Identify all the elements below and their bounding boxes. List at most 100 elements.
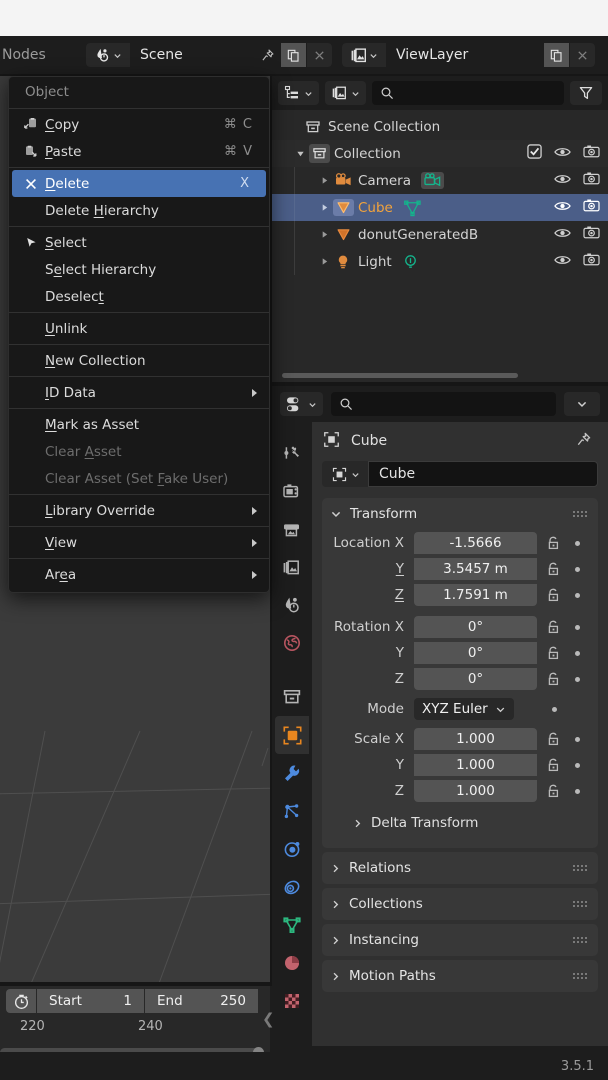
rotation-x-field[interactable]: 0° xyxy=(414,616,537,638)
location-z-field[interactable]: 1.7591 m xyxy=(414,584,537,606)
outliner-horizontal-scrollbar[interactable] xyxy=(282,373,518,378)
region-divider-timeline[interactable] xyxy=(0,982,270,986)
expander-right-icon[interactable] xyxy=(316,176,332,185)
animate-scale-z-icon[interactable] xyxy=(569,789,585,794)
funnel-icon[interactable] xyxy=(570,81,602,105)
tab-view-layer[interactable] xyxy=(275,548,309,586)
disable-in-renders-icon[interactable] xyxy=(583,144,600,163)
lock-rotation-z-icon[interactable] xyxy=(543,671,563,687)
menu-item-select[interactable]: Select xyxy=(9,229,269,256)
lock-scale-y-icon[interactable] xyxy=(543,757,563,773)
object-browse-dropdown[interactable] xyxy=(322,461,368,487)
new-viewlayer-button[interactable] xyxy=(543,43,569,67)
pin-icon[interactable] xyxy=(254,43,280,67)
disable-in-renders-icon[interactable] xyxy=(583,171,600,190)
mesh-data-icon[interactable] xyxy=(403,199,422,217)
menu-item-copy[interactable]: Copy ⌘ C xyxy=(9,111,269,138)
location-x-field[interactable]: -1.5666 xyxy=(414,532,537,554)
region-expand-chevron-icon[interactable]: ❮ xyxy=(262,1010,275,1028)
region-divider-vertical[interactable] xyxy=(270,76,272,986)
outliner-row-light[interactable]: Light xyxy=(272,248,608,275)
animate-location-x-icon[interactable] xyxy=(569,541,585,546)
outliner-row-collection[interactable]: Collection xyxy=(272,140,608,167)
tab-object[interactable] xyxy=(275,716,309,754)
chevron-down-icon[interactable] xyxy=(564,392,600,416)
lock-rotation-y-icon[interactable] xyxy=(543,645,563,661)
animate-location-z-icon[interactable] xyxy=(569,593,585,598)
hide-in-viewport-icon[interactable] xyxy=(554,226,571,244)
timeline-ruler[interactable]: 220 240 xyxy=(0,1016,270,1042)
scale-y-field[interactable]: 1.000 xyxy=(414,754,537,776)
location-y-field[interactable]: 3.5457 m xyxy=(414,558,537,580)
collections-panel-header[interactable]: Collections xyxy=(322,888,598,920)
outliner-search-input[interactable] xyxy=(372,81,564,105)
workspace-tab-nodes[interactable]: Nodes xyxy=(0,47,82,63)
menu-item-delete[interactable]: Delete X xyxy=(12,170,266,197)
animate-rotation-y-icon[interactable] xyxy=(569,651,585,656)
hide-in-viewport-icon[interactable] xyxy=(554,199,571,217)
animate-rotation-z-icon[interactable] xyxy=(569,677,585,682)
menu-item-view[interactable]: View xyxy=(9,529,269,556)
properties-editor-type-dropdown[interactable] xyxy=(280,392,323,416)
disable-in-renders-icon[interactable] xyxy=(583,198,600,217)
lock-location-y-icon[interactable] xyxy=(543,561,563,577)
lock-scale-x-icon[interactable] xyxy=(543,731,563,747)
menu-item-id-data[interactable]: ID Data xyxy=(9,379,269,406)
menu-item-new-collection[interactable]: New Collection xyxy=(9,347,269,374)
expander-right-icon[interactable] xyxy=(316,230,332,239)
panel-grip[interactable] xyxy=(572,510,598,518)
panel-grip[interactable] xyxy=(572,972,598,980)
viewlayer-name-field[interactable]: ViewLayer xyxy=(386,43,543,67)
hide-in-viewport-icon[interactable] xyxy=(554,172,571,190)
tab-physics[interactable] xyxy=(275,830,309,868)
exclude-checkbox[interactable] xyxy=(527,144,542,163)
new-scene-button[interactable] xyxy=(280,43,306,67)
clock-icon[interactable] xyxy=(6,989,36,1013)
frame-start-field[interactable]: Start 1 xyxy=(36,989,144,1013)
camera-data-icon[interactable] xyxy=(421,172,444,189)
properties-search-input[interactable] xyxy=(331,392,556,416)
outliner-filter-id-dropdown[interactable] xyxy=(325,81,366,105)
tab-collection[interactable] xyxy=(275,678,309,716)
outliner-row-scene-collection[interactable]: Scene Collection xyxy=(272,113,608,140)
remove-viewlayer-button[interactable] xyxy=(569,43,595,67)
tab-object-data[interactable] xyxy=(275,906,309,944)
tab-scene[interactable] xyxy=(275,586,309,624)
panel-grip[interactable] xyxy=(572,864,598,872)
rotation-y-field[interactable]: 0° xyxy=(414,642,537,664)
menu-item-area[interactable]: Area xyxy=(9,561,269,588)
animate-scale-y-icon[interactable] xyxy=(569,763,585,768)
disable-in-renders-icon[interactable] xyxy=(583,252,600,271)
pin-icon[interactable] xyxy=(575,431,598,452)
tab-world[interactable] xyxy=(275,624,309,662)
tab-constraints[interactable] xyxy=(275,868,309,906)
object-name-field[interactable]: Cube xyxy=(368,461,598,487)
frame-end-field[interactable]: End 250 xyxy=(144,989,258,1013)
tab-output[interactable] xyxy=(275,510,309,548)
outliner-row-cube[interactable]: Cube xyxy=(272,194,608,221)
outliner-row-donutgeneratedb[interactable]: donutGeneratedB xyxy=(272,221,608,248)
tab-texture[interactable] xyxy=(275,982,309,1020)
menu-item-select-hierarchy[interactable]: Select Hierarchy xyxy=(9,256,269,283)
rotation-mode-dropdown[interactable]: XYZ Euler xyxy=(414,698,514,720)
animate-rotation-x-icon[interactable] xyxy=(569,625,585,630)
region-divider-horizontal[interactable] xyxy=(272,382,608,386)
tab-render[interactable] xyxy=(275,472,309,510)
disable-in-renders-icon[interactable] xyxy=(583,225,600,244)
tab-modifiers[interactable] xyxy=(275,754,309,792)
menu-item-delete-hierarchy[interactable]: Delete Hierarchy xyxy=(9,197,269,224)
expander-right-icon[interactable] xyxy=(316,203,332,212)
instancing-panel-header[interactable]: Instancing xyxy=(322,924,598,956)
rotation-z-field[interactable]: 0° xyxy=(414,668,537,690)
lock-location-x-icon[interactable] xyxy=(543,535,563,551)
light-data-icon[interactable] xyxy=(402,253,419,270)
hide-in-viewport-icon[interactable] xyxy=(554,145,571,163)
hide-in-viewport-icon[interactable] xyxy=(554,253,571,271)
tab-tool[interactable] xyxy=(275,434,309,472)
menu-item-paste[interactable]: Paste ⌘ V xyxy=(9,138,269,165)
lock-rotation-x-icon[interactable] xyxy=(543,619,563,635)
animate-rotation-mode-icon[interactable] xyxy=(546,707,562,712)
motion-paths-panel-header[interactable]: Motion Paths xyxy=(322,960,598,992)
menu-item-mark-as-asset[interactable]: Mark as Asset xyxy=(9,411,269,438)
lock-location-z-icon[interactable] xyxy=(543,587,563,603)
